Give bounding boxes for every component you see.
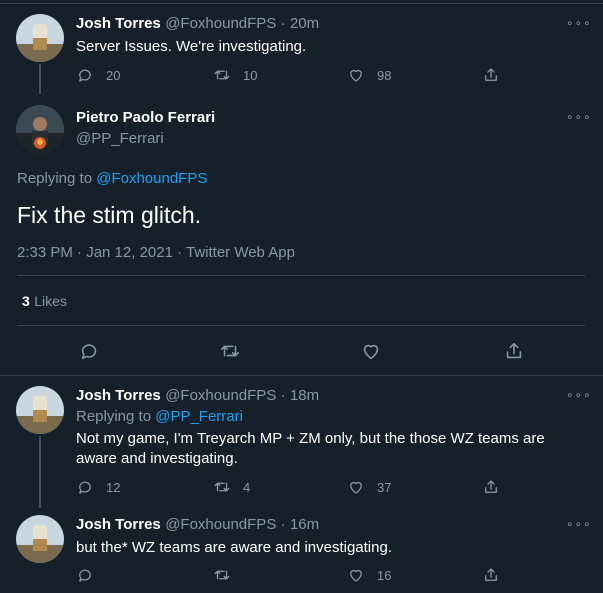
share-icon bbox=[485, 568, 497, 581]
like-count: 98 bbox=[377, 67, 392, 83]
share-icon bbox=[485, 480, 497, 493]
reply-icon bbox=[79, 69, 91, 82]
thread-line bbox=[39, 64, 41, 94]
avatar[interactable] bbox=[16, 515, 64, 563]
likes-stat[interactable]: 3 Likes bbox=[22, 293, 67, 311]
reply-count: 20 bbox=[106, 67, 121, 83]
likes-count: 3 bbox=[22, 293, 30, 309]
display-name[interactable]: Josh Torres bbox=[76, 516, 161, 533]
replying-to-prefix: Replying to bbox=[76, 408, 152, 425]
share-button[interactable] bbox=[503, 340, 525, 362]
tweet-text: but the* WZ teams are aware and investig… bbox=[76, 539, 392, 556]
user-handle[interactable]: @FoxhoundFPS bbox=[165, 15, 276, 32]
main-tweet-separator bbox=[0, 375, 603, 376]
tweet-header: Josh Torres @FoxhoundFPS · 20m bbox=[76, 15, 319, 33]
reply-button[interactable] bbox=[76, 566, 94, 584]
like-button[interactable]: 98 bbox=[347, 66, 391, 84]
like-icon bbox=[350, 481, 362, 494]
reply-icon bbox=[79, 569, 91, 582]
tweet-text: Not my game, I'm Treyarch MP + ZM only, … bbox=[76, 429, 545, 469]
tweet-header: Josh Torres @FoxhoundFPS · 16m bbox=[76, 516, 319, 534]
more-icon[interactable]: ∘∘∘ bbox=[566, 517, 592, 531]
timestamp[interactable]: · 18m bbox=[281, 387, 319, 404]
like-button[interactable]: 16 bbox=[347, 566, 391, 584]
likes-label: Likes bbox=[34, 293, 67, 309]
like-icon bbox=[350, 69, 362, 82]
share-button[interactable] bbox=[482, 66, 500, 84]
retweet-count: 4 bbox=[243, 479, 251, 495]
user-handle[interactable]: @PP_Ferrari bbox=[76, 130, 164, 147]
retweet-button[interactable] bbox=[213, 566, 231, 584]
tweet-meta[interactable]: 2:33 PM · Jan 12, 2021 · Twitter Web App bbox=[17, 244, 295, 261]
reply-button[interactable]: 12 bbox=[76, 478, 120, 496]
display-name[interactable]: Josh Torres bbox=[76, 387, 161, 404]
user-handle[interactable]: @FoxhoundFPS bbox=[165, 516, 276, 533]
tweet-text: Server Issues. We're investigating. bbox=[76, 38, 307, 55]
display-name[interactable]: Pietro Paolo Ferrari bbox=[76, 109, 215, 126]
replying-to-prefix: Replying to bbox=[17, 170, 93, 187]
replying-to-link[interactable]: @FoxhoundFPS bbox=[96, 170, 207, 187]
retweet-button[interactable] bbox=[219, 340, 241, 362]
reply-button[interactable] bbox=[78, 340, 100, 362]
share-icon bbox=[485, 68, 497, 81]
top-separator bbox=[0, 3, 603, 4]
more-icon[interactable]: ∘∘∘ bbox=[566, 388, 592, 402]
like-button[interactable] bbox=[360, 340, 382, 362]
share-button[interactable] bbox=[482, 478, 500, 496]
reply-icon bbox=[81, 344, 97, 360]
retweet-icon bbox=[214, 482, 230, 492]
user-handle[interactable]: @FoxhoundFPS bbox=[165, 387, 276, 404]
retweet-icon bbox=[214, 70, 230, 80]
retweet-button[interactable]: 10 bbox=[213, 66, 257, 84]
retweet-count: 10 bbox=[243, 67, 258, 83]
timestamp[interactable]: · 16m bbox=[281, 516, 319, 533]
replying-to: Replying to @FoxhoundFPS bbox=[17, 170, 207, 187]
retweet-icon bbox=[214, 570, 230, 580]
tweet-text: Fix the stim glitch. bbox=[17, 202, 202, 228]
share-icon bbox=[506, 342, 522, 359]
avatar[interactable] bbox=[16, 386, 64, 434]
tweet-header: Josh Torres @FoxhoundFPS · 18m bbox=[76, 387, 319, 405]
like-icon bbox=[363, 344, 379, 360]
display-name[interactable]: Josh Torres bbox=[76, 15, 161, 32]
replying-to-link[interactable]: @PP_Ferrari bbox=[155, 408, 243, 425]
more-icon[interactable]: ∘∘∘ bbox=[566, 110, 592, 124]
tweet-text-line: Not my game, I'm Treyarch MP + ZM only, … bbox=[76, 430, 545, 447]
retweet-button[interactable]: 4 bbox=[213, 478, 250, 496]
thread-line bbox=[39, 436, 41, 508]
avatar[interactable] bbox=[16, 105, 64, 153]
stats-separator bbox=[17, 325, 585, 326]
more-icon[interactable]: ∘∘∘ bbox=[566, 16, 592, 30]
tweet-text-line: aware and investigating. bbox=[76, 450, 238, 467]
avatar[interactable] bbox=[16, 14, 64, 62]
reply-count: 12 bbox=[106, 479, 121, 495]
reply-button[interactable]: 20 bbox=[76, 66, 120, 84]
retweet-icon bbox=[220, 345, 240, 357]
like-count: 16 bbox=[377, 567, 392, 583]
share-button[interactable] bbox=[482, 566, 500, 584]
timestamp[interactable]: · 20m bbox=[281, 15, 319, 32]
tweet-meta-separator bbox=[17, 275, 585, 276]
reply-icon bbox=[79, 481, 91, 494]
like-count: 37 bbox=[377, 479, 392, 495]
replying-to: Replying to @PP_Ferrari bbox=[76, 408, 243, 425]
like-button[interactable]: 37 bbox=[347, 478, 391, 496]
like-icon bbox=[350, 569, 362, 582]
